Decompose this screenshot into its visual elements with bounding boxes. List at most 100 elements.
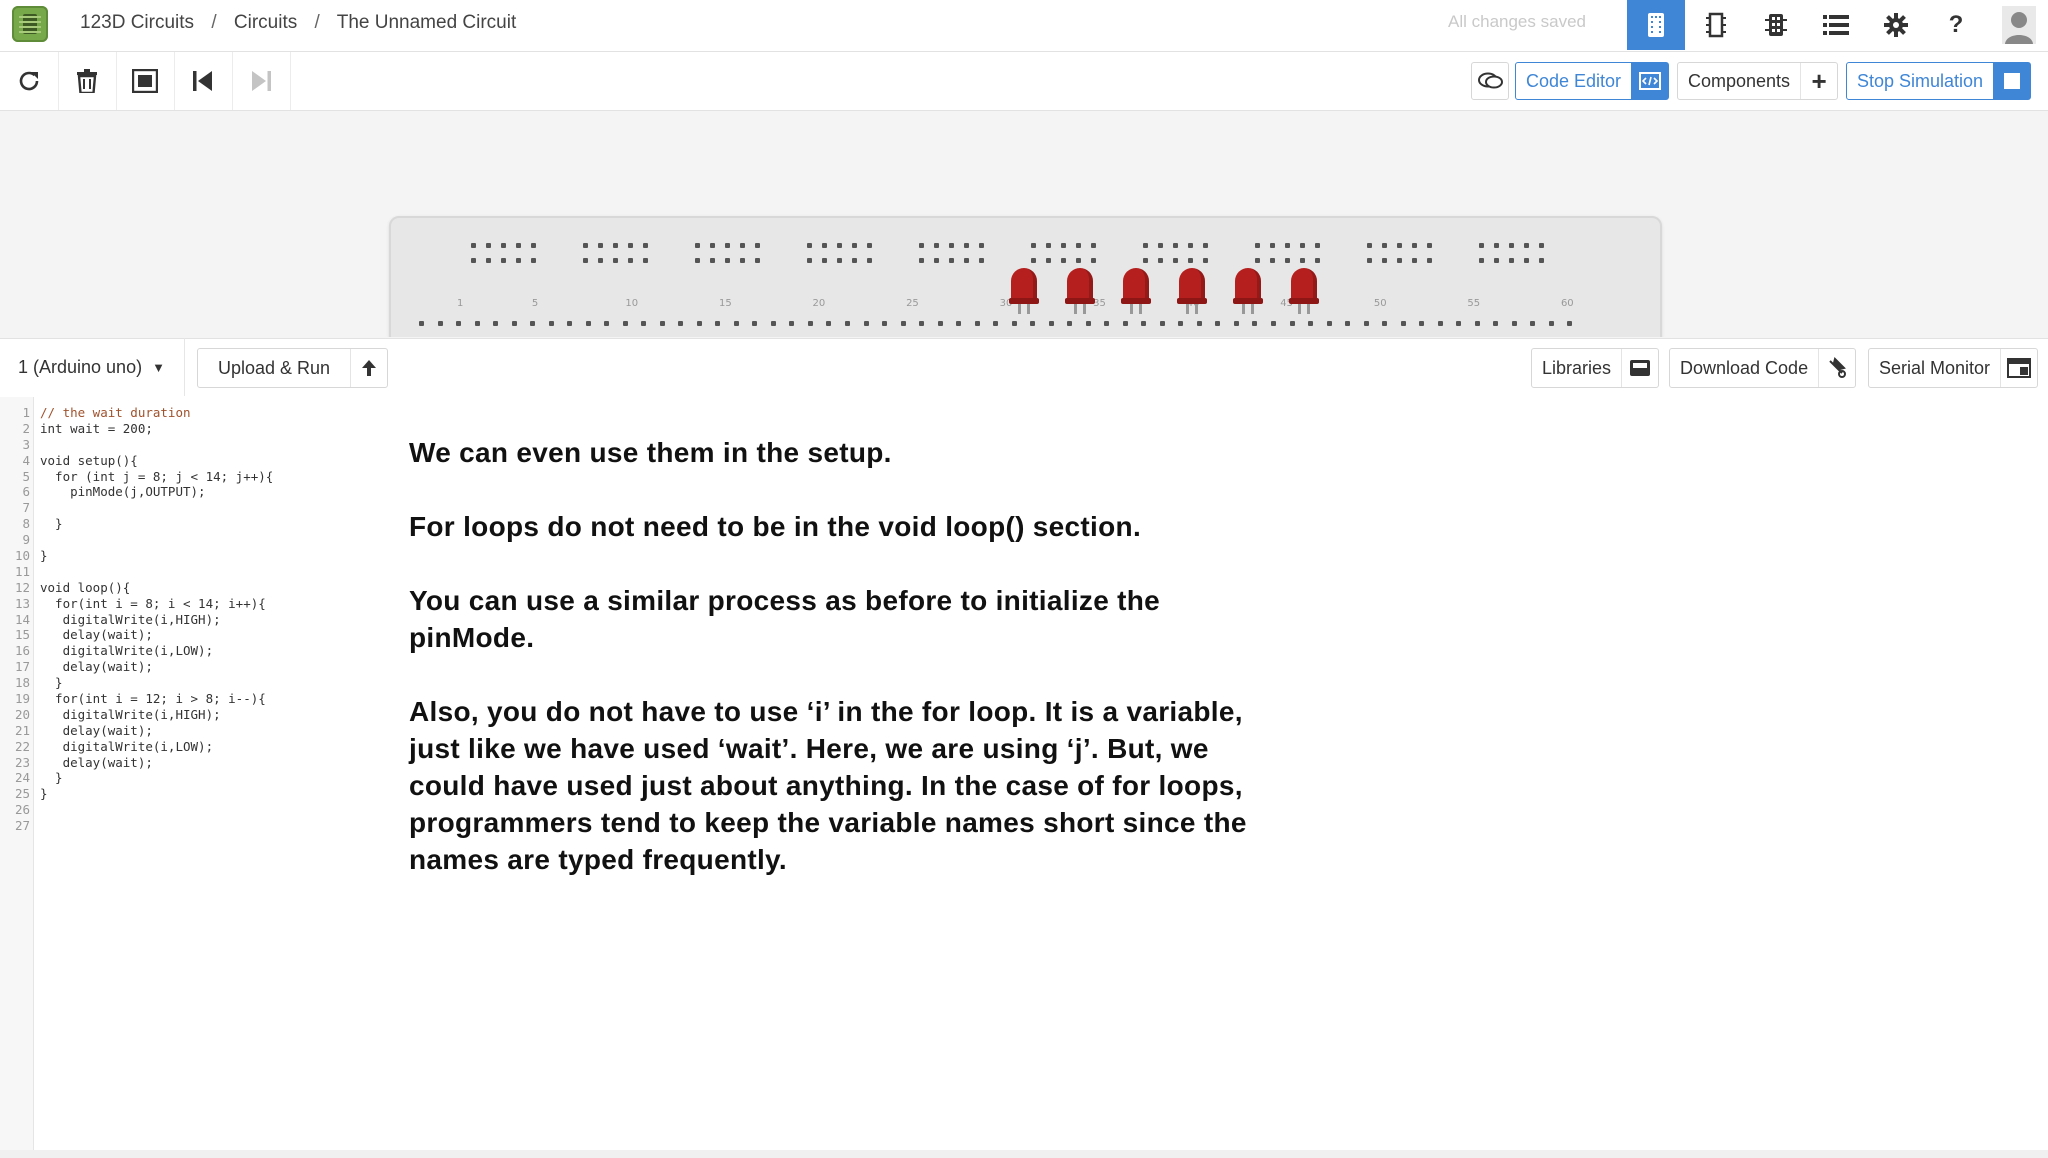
breadboard-hole [1091, 243, 1096, 248]
breadboard-hole [1215, 321, 1221, 326]
breadboard-hole [837, 258, 842, 263]
note-paragraph: We can even use them in the setup. [409, 437, 892, 468]
breadboard-hole [1524, 258, 1529, 263]
rotate-icon[interactable] [0, 52, 59, 110]
breadcrumb-circuit-name[interactable]: The Unnamed Circuit [337, 12, 517, 33]
breadboard-hole [710, 243, 715, 248]
stop-simulation-button[interactable]: Stop Simulation [1846, 62, 2032, 100]
breadboard-hole [1427, 243, 1432, 248]
libraries-button[interactable]: Libraries [1531, 348, 1660, 388]
breadboard[interactable]: 151015202530354045505560 [389, 216, 1662, 337]
breadcrumb-separator: / [211, 12, 217, 33]
breadboard-hole [583, 258, 588, 263]
breadboard-hole [1539, 258, 1544, 263]
breadboard-hole [1122, 321, 1128, 326]
code-line: void loop(){ [40, 579, 131, 595]
upload-run-button[interactable]: Upload & Run [197, 348, 389, 388]
breadboard-hole [1143, 243, 1148, 248]
breadboard-hole [740, 258, 745, 263]
line-number: 8 [22, 516, 30, 532]
breadboard-hole [471, 258, 476, 263]
breadboard-hole [867, 243, 872, 248]
breadboard-hole [1479, 243, 1484, 248]
line-number: 20 [14, 706, 30, 722]
schematic-view-icon[interactable] [1687, 0, 1745, 50]
circuit-canvas[interactable]: 151015202530354045505560 [0, 111, 2048, 337]
breadboard-hole [979, 243, 984, 248]
breadboard-hole [1270, 243, 1275, 248]
breadboard-hole [486, 258, 491, 263]
breadboard-hole [678, 321, 684, 326]
breadcrumb-circuits[interactable]: Circuits [234, 12, 297, 33]
plus-icon: + [1800, 63, 1837, 99]
led-component[interactable] [1289, 268, 1319, 314]
breadboard-hole [993, 321, 999, 326]
column-number: 20 [812, 298, 826, 309]
breadboard-hole [733, 321, 739, 326]
breadboard-hole [867, 258, 872, 263]
led-component[interactable] [1009, 268, 1039, 314]
code-line: void setup(){ [40, 452, 138, 468]
breadboard-hole [659, 321, 665, 326]
line-number: 22 [14, 738, 30, 754]
components-button[interactable]: Components + [1677, 62, 1839, 100]
led-component[interactable] [1233, 268, 1263, 314]
save-status: All changes saved [1448, 12, 1586, 31]
column-number: 60 [1560, 298, 1574, 309]
user-avatar-icon[interactable] [1990, 0, 2048, 50]
breadboard-hole [613, 243, 618, 248]
breadboard-hole [974, 321, 980, 326]
settings-icon[interactable] [1867, 0, 1925, 50]
breadboard-hole [1419, 321, 1425, 326]
app-logo-icon[interactable] [12, 6, 48, 42]
breadcrumb: 123D Circuits / Circuits / The Unnamed C… [80, 12, 528, 34]
serial-monitor-button[interactable]: Serial Monitor [1868, 348, 2039, 388]
led-component[interactable] [1065, 268, 1095, 314]
help-icon[interactable]: ? [1927, 0, 1985, 50]
breadboard-hole [1300, 243, 1305, 248]
breadboard-hole [1285, 258, 1290, 263]
download-code-button[interactable]: Download Code [1669, 348, 1857, 388]
breadboard-hole [1412, 243, 1417, 248]
line-number: 5 [22, 468, 30, 484]
breadboard-hole [695, 243, 700, 248]
breadboard-hole [1104, 321, 1110, 326]
code-line: pinMode(j,OUTPUT); [40, 484, 206, 500]
line-number: 6 [22, 484, 30, 500]
breadboard-hole [1159, 321, 1165, 326]
code-editor-button[interactable]: Code Editor [1515, 62, 1670, 100]
device-selector[interactable]: 1 (Arduino uno) ▼ [0, 338, 185, 396]
breadboard-hole [1091, 258, 1096, 263]
comment-icon[interactable] [1471, 62, 1509, 100]
breadboard-hole [1285, 243, 1290, 248]
breadboard-hole [1493, 321, 1499, 326]
pcb-view-icon[interactable] [1747, 0, 1805, 50]
breadcrumb-app[interactable]: 123D Circuits [80, 12, 194, 33]
code-line: for (int j = 8; j < 14; j++){ [40, 468, 274, 484]
breadboard-hole [1067, 321, 1073, 326]
breadboard-hole [598, 243, 603, 248]
breadboard-hole [1511, 321, 1517, 326]
line-number-gutter: 1 2 3 4 5 6 7 8 9 10 11 12 13 14 15 16 17 18 19 20 21 22 23 24 2… [0, 397, 34, 1150]
breadboard-hole [1382, 243, 1387, 248]
led-component[interactable] [1121, 268, 1151, 314]
breadboard-hole [1400, 321, 1406, 326]
breadboard-hole [1061, 243, 1066, 248]
step-back-icon[interactable] [174, 52, 233, 110]
list-view-icon[interactable] [1807, 0, 1865, 50]
breadboard-view-icon[interactable] [1627, 0, 1685, 50]
step-forward-icon[interactable] [232, 52, 291, 110]
breadboard-hole [1255, 258, 1260, 263]
fit-view-icon[interactable] [116, 52, 175, 110]
delete-icon[interactable] [58, 52, 117, 110]
breadboard-hole [1494, 243, 1499, 248]
code-line: // the wait duration [40, 405, 191, 420]
code-text[interactable]: // the wait duration int wait = 200; void … [40, 405, 273, 834]
line-number: 14 [14, 611, 30, 627]
breadboard-hole [789, 321, 795, 326]
breadboard-hole [643, 258, 648, 263]
led-component[interactable] [1177, 268, 1207, 314]
components-label: Components [1688, 70, 1791, 91]
line-number: 23 [14, 754, 30, 770]
